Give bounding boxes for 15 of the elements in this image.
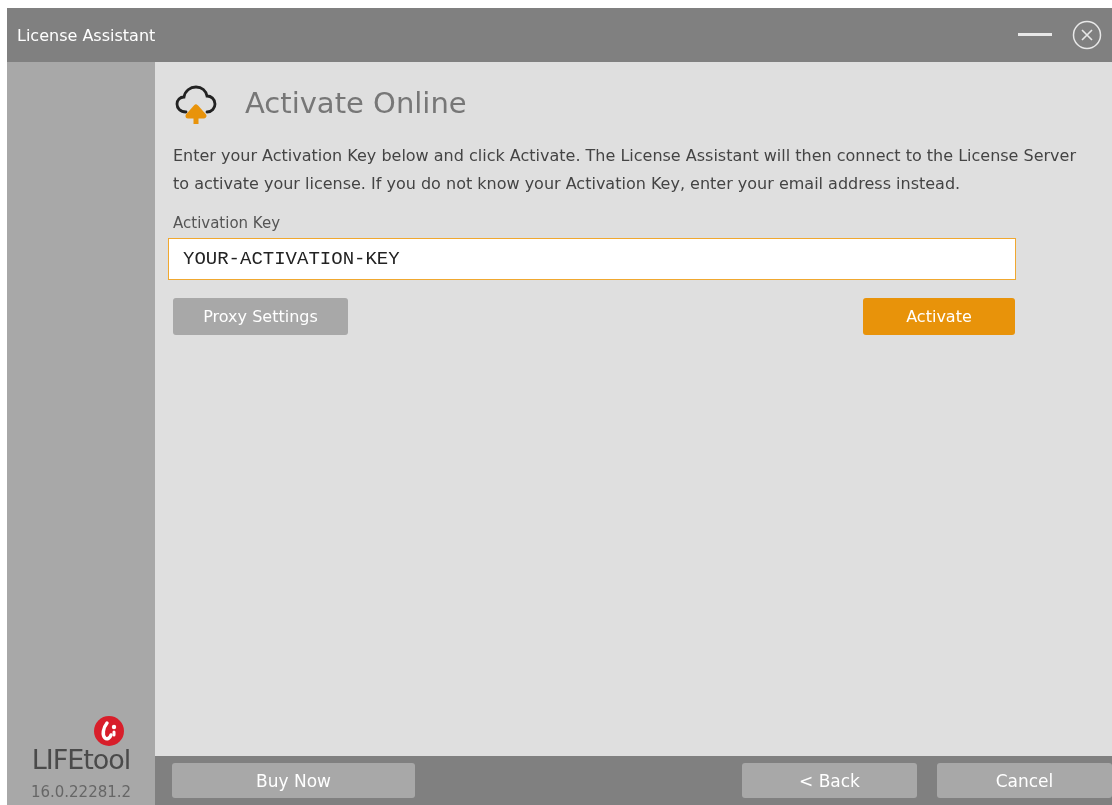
footer-button[interactable]: Cancel (937, 763, 1112, 798)
window-title: License Assistant (17, 25, 157, 45)
minimize-icon[interactable] (1018, 33, 1052, 37)
page-heading: Activate Online (245, 86, 467, 120)
activation-key-field[interactable]: YOUR-ACTIVATION-KEY (168, 238, 1016, 280)
proxy-settings-button[interactable]: Proxy Settings (173, 298, 348, 335)
field-label: Activation Key (173, 214, 282, 232)
description-text: Enter your Activation Key below and click Activate. The License Assistant will then connect to the License Server to activate your license. If you do not know your Activation Key, enter your email address instead. (173, 145, 1077, 195)
close-icon[interactable] (1072, 20, 1102, 50)
logo-wordmark: LIFEtool (31, 746, 131, 773)
version-label: 16.0.22281.2 (30, 783, 132, 801)
logo-icon (94, 716, 125, 746)
footer-button[interactable]: < Back (742, 763, 917, 798)
activate-button[interactable]: Activate (863, 298, 1015, 335)
footer-button[interactable]: Buy Now (172, 763, 415, 798)
